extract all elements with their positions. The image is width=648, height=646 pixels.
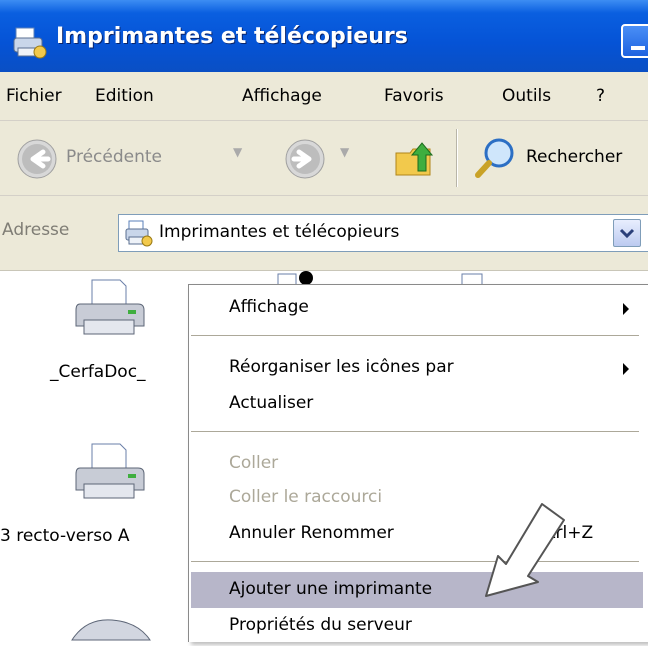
menu-item-proprietes-serveur[interactable]: Propriétés du serveur <box>229 615 412 635</box>
address-value: Imprimantes et télécopieurs <box>159 222 400 242</box>
forward-arrow-icon[interactable] <box>284 138 326 180</box>
printer-icon[interactable] <box>72 440 148 508</box>
toolbar: Précédente ▼ ▼ Rechercher <box>0 121 648 196</box>
menu-bar: Fichier Edition Affichage Favoris Outils… <box>0 72 648 121</box>
menu-separator <box>191 335 639 336</box>
folder-up-icon[interactable] <box>392 135 438 181</box>
printer-icon[interactable] <box>72 276 148 344</box>
search-icon[interactable] <box>472 135 518 181</box>
menu-item-reorganiser[interactable]: Réorganiser les icônes par <box>229 357 454 377</box>
menu-item-coller: Coller <box>229 453 279 473</box>
menu-separator <box>191 431 639 432</box>
back-dropdown-icon[interactable]: ▼ <box>233 145 242 159</box>
context-menu: Affichage Réorganiser les icônes par Act… <box>188 284 648 642</box>
window-title: Imprimantes et télécopieurs <box>56 24 408 49</box>
back-button[interactable]: Précédente <box>66 147 162 167</box>
forward-dropdown-icon[interactable]: ▼ <box>340 145 349 159</box>
address-bar: Adresse Imprimantes et télécopieurs <box>0 196 648 271</box>
submenu-arrow-icon <box>623 303 629 315</box>
title-bar[interactable]: Imprimantes et télécopieurs <box>0 0 648 72</box>
printers-folder-icon <box>125 220 153 247</box>
minimize-icon <box>631 46 645 50</box>
printer-label[interactable]: 3 recto-verso A <box>0 526 130 546</box>
menu-item-annuler-renommer[interactable]: Annuler Renommer <box>229 523 394 543</box>
menu-fichier[interactable]: Fichier <box>6 86 62 106</box>
cursor-pointer-icon <box>485 503 565 597</box>
address-label: Adresse <box>2 220 70 240</box>
menu-favoris[interactable]: Favoris <box>384 86 444 106</box>
fax-icon[interactable] <box>66 616 156 646</box>
submenu-arrow-icon <box>623 363 629 375</box>
menu-affichage[interactable]: Affichage <box>242 86 322 106</box>
printers-folder-icon <box>13 27 47 59</box>
search-button[interactable]: Rechercher <box>526 147 622 167</box>
menu-edition[interactable]: Edition <box>95 86 154 106</box>
menu-help[interactable]: ? <box>596 86 605 106</box>
address-dropdown-button[interactable] <box>613 219 641 247</box>
menu-outils[interactable]: Outils <box>502 86 551 106</box>
address-field[interactable]: Imprimantes et télécopieurs <box>118 214 648 252</box>
menu-item-coller-raccourci: Coller le raccourci <box>229 487 383 507</box>
menu-item-ajouter-imprimante[interactable]: Ajouter une imprimante <box>229 579 432 599</box>
toolbar-separator <box>456 129 457 187</box>
menu-item-affichage[interactable]: Affichage <box>229 297 309 317</box>
chevron-down-icon <box>619 228 635 239</box>
menu-separator <box>191 561 639 562</box>
menu-item-actualiser[interactable]: Actualiser <box>229 393 313 413</box>
printer-label[interactable]: _CerfaDoc_ <box>50 362 146 382</box>
minimize-button[interactable] <box>621 24 648 58</box>
back-arrow-icon[interactable] <box>16 138 58 180</box>
